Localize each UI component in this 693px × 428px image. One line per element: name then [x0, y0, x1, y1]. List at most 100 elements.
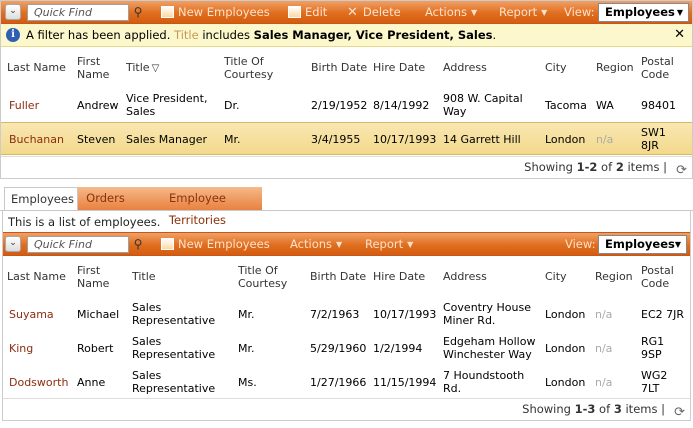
- chevron-down-icon: ▼: [336, 240, 343, 249]
- tab-employees[interactable]: Employees: [4, 187, 78, 211]
- postal-code: SW1 8JR: [641, 126, 666, 152]
- view-label: View:: [565, 237, 596, 251]
- birth-date: 5/29/1960: [310, 342, 367, 355]
- menu-chevron-icon[interactable]: ⌄: [5, 236, 21, 252]
- postal-code: WG2 7LT: [641, 369, 668, 395]
- top-toolbar: ⌄ Quick Find ⚲ New Employees Edit ✕ Delet…: [0, 0, 693, 24]
- chevron-down-icon: ▼: [676, 8, 683, 17]
- table-row[interactable]: King Robert Sales Representative Mr. 5/29…: [0, 332, 693, 365]
- address: 7 Houndstooth Rd.: [443, 369, 525, 395]
- refresh-icon[interactable]: ⟳: [676, 160, 687, 181]
- region: n/a: [595, 342, 613, 355]
- column-header-postal-code[interactable]: Postal Code: [641, 55, 674, 81]
- column-header-title[interactable]: Title ▽: [126, 61, 159, 75]
- info-icon: i: [6, 28, 20, 42]
- chevron-down-icon: ▼: [541, 8, 548, 17]
- filter-field[interactable]: Title: [174, 28, 199, 42]
- actions-menu[interactable]: Actions ▼: [290, 233, 342, 255]
- view-select[interactable]: Employees ▼: [598, 3, 689, 22]
- new-employees-button[interactable]: New Employees: [161, 1, 270, 23]
- filter-icon: ▽: [151, 63, 160, 74]
- table-row[interactable]: Dodsworth Anne Sales Representative Ms. 1…: [0, 366, 693, 399]
- first-name: Michael: [77, 308, 120, 321]
- column-header-last-name[interactable]: Last Name: [7, 270, 66, 283]
- refresh-icon[interactable]: ⟳: [674, 402, 685, 423]
- column-header-city[interactable]: City: [545, 270, 567, 283]
- edit-button[interactable]: Edit: [288, 1, 327, 23]
- last-name-link[interactable]: Buchanan: [9, 133, 64, 146]
- title: Sales Representative: [132, 369, 216, 395]
- address: Coventry House Miner Rd.: [443, 301, 531, 327]
- column-header-birth-date[interactable]: Birth Date: [310, 270, 366, 283]
- chevron-down-icon: ▼: [674, 240, 681, 249]
- chevron-down-icon: ▼: [471, 8, 478, 17]
- column-header-region[interactable]: Region: [596, 61, 634, 74]
- report-menu[interactable]: Report ▼: [365, 233, 413, 255]
- column-header-address[interactable]: Address: [443, 61, 487, 74]
- table-row[interactable]: Fuller Andrew Vice President, Sales Dr. 2…: [0, 89, 693, 121]
- filter-notice: i A filter has been applied. Title inclu…: [0, 24, 693, 47]
- birth-date: 7/2/1963: [310, 308, 360, 321]
- menu-chevron-icon[interactable]: ⌄: [5, 4, 21, 20]
- column-header-first-name[interactable]: First Name: [77, 264, 109, 290]
- new-employees-button[interactable]: New Employees: [161, 233, 270, 255]
- column-header-birth-date[interactable]: Birth Date: [311, 61, 367, 74]
- title-of-courtesy: Mr.: [238, 308, 255, 321]
- hire-date: 1/2/1994: [373, 342, 423, 355]
- city: Tacoma: [545, 99, 587, 112]
- title: Sales Representative: [132, 335, 216, 361]
- edit-icon: [288, 6, 301, 18]
- description-text: This is a list of employees.: [8, 215, 161, 229]
- column-header-city[interactable]: City: [545, 61, 567, 74]
- last-name-link[interactable]: Dodsworth: [9, 376, 68, 389]
- title: Sales Representative: [132, 301, 216, 327]
- first-name: Robert: [77, 342, 114, 355]
- column-header-region[interactable]: Region: [595, 270, 633, 283]
- last-name-link[interactable]: Suyama: [9, 308, 54, 321]
- city: London: [545, 376, 586, 389]
- column-header-title-of-courtesy[interactable]: Title Of Courtesy: [238, 264, 287, 290]
- search-icon[interactable]: ⚲: [129, 3, 147, 21]
- bottom-toolbar: ⌄ Quick Find ⚲ New Employees Actions ▼ Re…: [2, 232, 691, 256]
- column-header-last-name[interactable]: Last Name: [7, 61, 66, 74]
- city: London: [545, 133, 586, 146]
- delete-button[interactable]: ✕ Delete: [347, 1, 401, 23]
- title-of-courtesy: Mr.: [224, 133, 241, 146]
- column-header-hire-date[interactable]: Hire Date: [373, 270, 425, 283]
- quick-find-input[interactable]: Quick Find: [27, 4, 129, 21]
- postal-code: EC2 7JR: [641, 308, 685, 321]
- view-label: View:: [564, 5, 595, 19]
- column-header-postal-code[interactable]: Postal Code: [641, 264, 674, 290]
- close-icon[interactable]: ✕: [674, 24, 685, 46]
- last-name-link[interactable]: King: [9, 342, 33, 355]
- actions-menu[interactable]: Actions ▼: [425, 1, 477, 23]
- birth-date: 3/4/1955: [311, 133, 361, 146]
- birth-date: 1/27/1966: [310, 376, 367, 389]
- search-icon[interactable]: ⚲: [129, 235, 147, 253]
- view-select[interactable]: Employees ▼: [598, 235, 687, 254]
- city: London: [545, 308, 586, 321]
- column-header-title-of-courtesy[interactable]: Title Of Courtesy: [224, 55, 273, 81]
- address: 14 Garrett Hill: [443, 133, 521, 146]
- postal-code: RG1 9SP: [641, 335, 665, 361]
- quick-find-input[interactable]: Quick Find: [27, 236, 129, 253]
- hire-date: 10/17/1993: [373, 133, 437, 146]
- table-row-selected[interactable]: Buchanan Steven Sales Manager Mr. 3/4/19…: [0, 122, 693, 155]
- last-name-link[interactable]: Fuller: [9, 99, 39, 112]
- column-header-hire-date[interactable]: Hire Date: [373, 61, 425, 74]
- tab-employee-territories[interactable]: Employee Territories: [133, 187, 262, 227]
- title-of-courtesy: Mr.: [238, 342, 255, 355]
- column-header-title[interactable]: Title: [132, 270, 156, 283]
- title-of-courtesy: Dr.: [224, 99, 240, 112]
- region: n/a: [595, 376, 613, 389]
- new-record-icon: [161, 6, 174, 18]
- column-header-first-name[interactable]: First Name: [77, 55, 109, 81]
- region: n/a: [596, 133, 614, 146]
- filter-text: A filter has been applied. Title include…: [26, 28, 497, 42]
- tab-orders[interactable]: Orders: [78, 187, 133, 211]
- column-header-address[interactable]: Address: [443, 270, 487, 283]
- first-name: Anne: [77, 376, 106, 389]
- address: 908 W. Capital Way: [443, 92, 523, 118]
- report-menu[interactable]: Report ▼: [499, 1, 547, 23]
- table-row[interactable]: Suyama Michael Sales Representative Mr. 7…: [0, 298, 693, 331]
